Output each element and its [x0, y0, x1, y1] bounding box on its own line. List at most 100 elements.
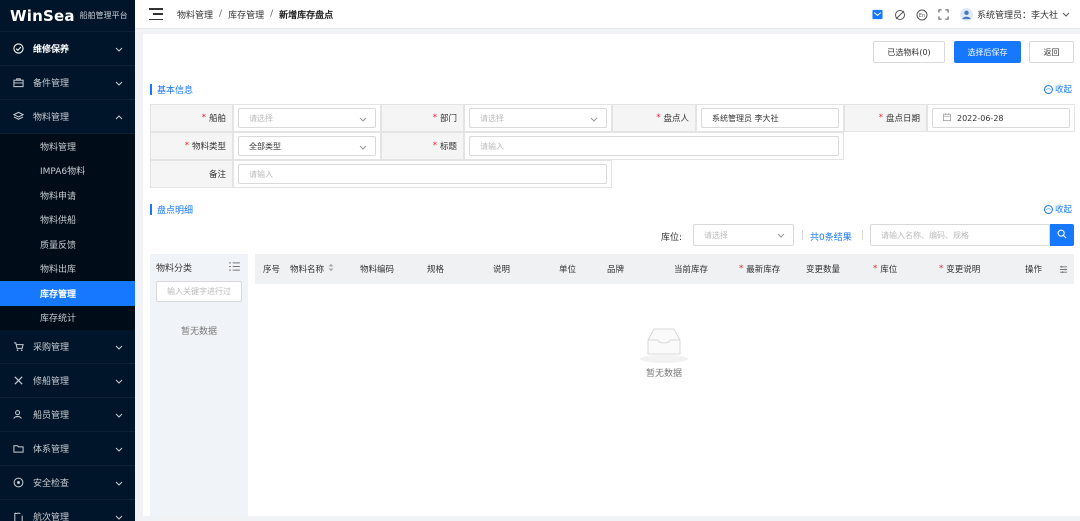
- basic-info-collapse[interactable]: ︿ 收起: [1043, 83, 1072, 95]
- basic-info-title: 基本信息: [150, 83, 194, 96]
- sidebar-subitem-material-supply[interactable]: 物料供船: [0, 207, 135, 232]
- ship-label: * 船舶: [150, 104, 233, 132]
- save-after-select-button[interactable]: 选择后保存: [954, 41, 1021, 63]
- user-name[interactable]: 系统管理员：李大社: [977, 8, 1058, 21]
- app-logo[interactable]: WinSea 船舶管理平台: [0, 0, 135, 32]
- col-actions: 操作: [1025, 265, 1043, 275]
- sidebar-subitem-material-request[interactable]: 物料申请: [0, 183, 135, 208]
- divider: [802, 230, 803, 240]
- selected-materials-button[interactable]: 已选物料(0): [873, 41, 945, 63]
- date-label-text: 盘点日期: [885, 114, 920, 124]
- breadcrumb-item[interactable]: 物料管理: [177, 8, 213, 21]
- col-material-name-label: 物料名称: [290, 265, 325, 275]
- category-empty-text: 暂无数据: [180, 327, 217, 337]
- chevron-down-icon: [115, 377, 123, 387]
- sidebar-item-safety[interactable]: 安全检查: [0, 466, 135, 500]
- eye-off-icon[interactable]: [894, 9, 906, 21]
- chevron-down-icon[interactable]: [1062, 10, 1070, 20]
- sidebar-item-ship-repair[interactable]: 修船管理: [0, 364, 135, 398]
- col-location: * 库位: [873, 254, 897, 284]
- col-brand: 品牌: [607, 265, 625, 275]
- sidebar-subitem-quality-feedback[interactable]: 质量反馈: [0, 232, 135, 257]
- ship-cell: 请选择: [233, 104, 381, 132]
- required-mark: *: [432, 141, 437, 151]
- required-mark: *: [878, 113, 883, 123]
- chevron-down-icon: [115, 411, 123, 421]
- sidebar-subitem-inventory-stats[interactable]: 库存统计: [0, 305, 135, 330]
- fullscreen-icon[interactable]: [938, 9, 950, 21]
- folder-icon: [12, 443, 24, 455]
- title-placeholder: 请输入: [480, 141, 504, 151]
- users-icon: [12, 409, 24, 421]
- category-filter-input[interactable]: 输入关键字进行过: [156, 281, 242, 302]
- title-input[interactable]: 请输入: [469, 136, 839, 156]
- counter-label-text: 盘点人: [663, 114, 689, 124]
- remark-cell: 请输入: [233, 160, 612, 188]
- column-settings-icon[interactable]: [1059, 254, 1068, 284]
- dept-select[interactable]: 请选择: [469, 108, 607, 128]
- sidebar-item-voyage[interactable]: 航次管理: [0, 500, 135, 521]
- sidebar-item-label: 修船管理: [33, 377, 70, 387]
- location-select[interactable]: 请选择: [693, 224, 794, 246]
- dept-label: * 部门: [381, 104, 464, 132]
- user-avatar-icon[interactable]: [959, 8, 973, 21]
- sidebar-item-materials[interactable]: 物料管理: [0, 100, 135, 134]
- search-button[interactable]: [1050, 224, 1074, 246]
- check-circle-icon: [12, 43, 24, 55]
- date-picker[interactable]: 2022-06-28: [932, 108, 1070, 128]
- breadcrumb-item[interactable]: 库存管理: [228, 8, 264, 21]
- section-bar: [150, 83, 152, 95]
- sidebar-item-spare-parts[interactable]: 备件管理: [0, 66, 135, 100]
- detail-search-input[interactable]: 请输入名称、编码、规格: [870, 224, 1050, 246]
- col-change-qty: 变更数量: [806, 265, 841, 275]
- ship-select[interactable]: 请选择: [238, 108, 376, 128]
- col-index: 序号: [263, 265, 281, 275]
- result-count: 共0条结果: [810, 233, 852, 243]
- required-mark: *: [184, 141, 189, 151]
- chevron-down-icon: [590, 115, 598, 124]
- chevron-down-icon: [115, 513, 123, 521]
- chevron-down-icon: [359, 115, 367, 124]
- counter-input[interactable]: 系统管理员 李大社: [701, 108, 839, 128]
- sidebar-item-system[interactable]: 体系管理: [0, 432, 135, 466]
- breadcrumb-separator: /: [219, 9, 223, 19]
- sort-icon[interactable]: [328, 263, 334, 275]
- sidebar-subitem-inventory-mgmt[interactable]: 库存管理: [0, 281, 135, 306]
- mail-icon[interactable]: [872, 9, 884, 21]
- counter-label: * 盘点人: [612, 104, 696, 132]
- required-mark: *: [432, 113, 437, 123]
- sidebar-subitem-material-mgmt[interactable]: 物料管理: [0, 134, 135, 159]
- sidebar-item-purchasing[interactable]: 采购管理: [0, 330, 135, 364]
- collapse-up-icon: ︿: [1043, 84, 1053, 94]
- col-material-name[interactable]: 物料名称: [290, 254, 334, 284]
- collapse-label: 收起: [1054, 85, 1072, 95]
- sidebar-subitem-material-outbound[interactable]: 物料出库: [0, 256, 135, 281]
- sidebar-item-label: 船员管理: [33, 411, 70, 421]
- detail-collapse[interactable]: ︿ 收起: [1043, 203, 1072, 215]
- chevron-down-icon: [359, 143, 367, 152]
- sidebar-item-crew[interactable]: 船员管理: [0, 398, 135, 432]
- chevron-down-icon: [115, 445, 123, 455]
- collapse-label: 收起: [1054, 205, 1072, 215]
- collapse-up-icon: ︿: [1043, 204, 1053, 214]
- back-button[interactable]: 返回: [1029, 41, 1074, 63]
- sidebar-subitem-impa6[interactable]: IMPA6物料: [0, 158, 135, 183]
- required-mark: *: [873, 264, 878, 274]
- counter-cell: 系统管理员 李大社: [696, 104, 844, 132]
- sidebar-item-maintenance[interactable]: 维修保养: [0, 32, 135, 66]
- tools-icon: [12, 375, 24, 387]
- remark-input[interactable]: 请输入: [238, 164, 607, 184]
- col-change-desc: * 变更说明: [939, 254, 980, 284]
- language-icon[interactable]: En: [916, 9, 928, 21]
- list-icon[interactable]: [229, 262, 240, 274]
- form-row: 备注 请输入: [150, 160, 612, 188]
- sidebar-item-label: 物料管理: [33, 113, 70, 123]
- search-icon: [1057, 229, 1067, 242]
- chevron-down-icon: [777, 231, 785, 240]
- col-unit: 单位: [559, 265, 577, 275]
- empty-text: 暂无数据: [645, 369, 682, 379]
- basic-info-title-text: 基本信息: [157, 85, 194, 96]
- breadcrumb: 物料管理 / 库存管理 / 新增库存盘点: [177, 8, 333, 21]
- type-select[interactable]: 全部类型: [238, 136, 376, 156]
- menu-toggle-icon[interactable]: [149, 8, 163, 20]
